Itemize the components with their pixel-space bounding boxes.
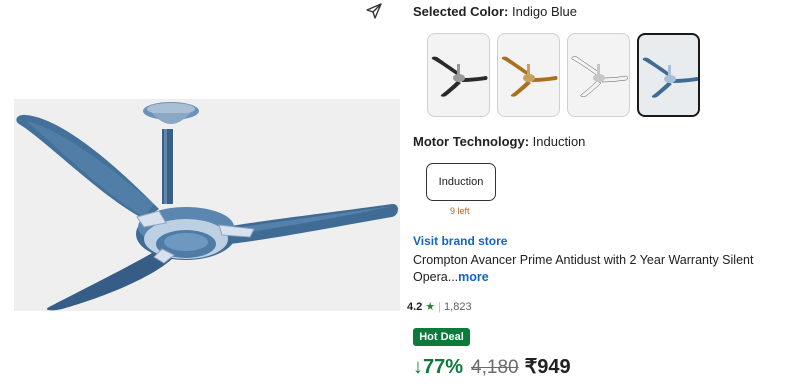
rating-count: 1,823 — [444, 300, 472, 313]
color-swatch-black[interactable] — [427, 33, 490, 117]
color-swatch-white[interactable] — [567, 33, 630, 117]
product-image-panel — [0, 0, 400, 389]
product-title: Crompton Avancer Prime Antidust with 2 Y… — [413, 252, 783, 286]
selected-color-label: Selected Color: Indigo Blue — [413, 4, 577, 19]
selling-price: ₹949 — [524, 356, 571, 378]
motor-technology-label: Motor Technology: Induction — [413, 134, 585, 149]
rating-value: 4.2 — [407, 300, 423, 313]
motor-option-induction[interactable]: Induction — [426, 163, 496, 201]
selected-color-value: Indigo Blue — [508, 4, 578, 19]
motor-technology-key: Motor Technology: — [413, 134, 530, 149]
rating-row[interactable]: 4.2 ★ | 1,823 — [407, 300, 472, 314]
rating-divider: | — [438, 300, 442, 313]
fan-thumbnail-icon — [431, 56, 488, 97]
price-row: ↓77% 4,180 ₹949 — [413, 354, 571, 379]
stock-note: 9 left — [450, 206, 470, 216]
star-icon: ★ — [425, 301, 436, 313]
fan-thumbnail-icon — [571, 56, 628, 97]
color-swatch-golden-brown[interactable] — [497, 33, 560, 117]
motor-option-label: Induction — [438, 176, 484, 188]
share-button[interactable] — [361, 0, 387, 22]
share-arrow-icon — [366, 3, 382, 19]
selected-color-key: Selected Color: — [413, 4, 509, 19]
motor-technology-value: Induction — [529, 134, 586, 149]
more-link[interactable]: more — [458, 270, 489, 284]
color-swatch-indigo-blue[interactable] — [637, 33, 700, 117]
hot-deal-badge: Hot Deal — [413, 328, 470, 346]
fan-thumbnail-icon — [501, 56, 558, 97]
ceiling-fan-image[interactable] — [14, 99, 400, 311]
original-price: 4,180 — [471, 357, 519, 378]
fan-thumbnail-icon — [642, 57, 698, 98]
visit-brand-store-link[interactable]: Visit brand store — [413, 234, 507, 248]
discount-percent: ↓77% — [413, 356, 464, 378]
